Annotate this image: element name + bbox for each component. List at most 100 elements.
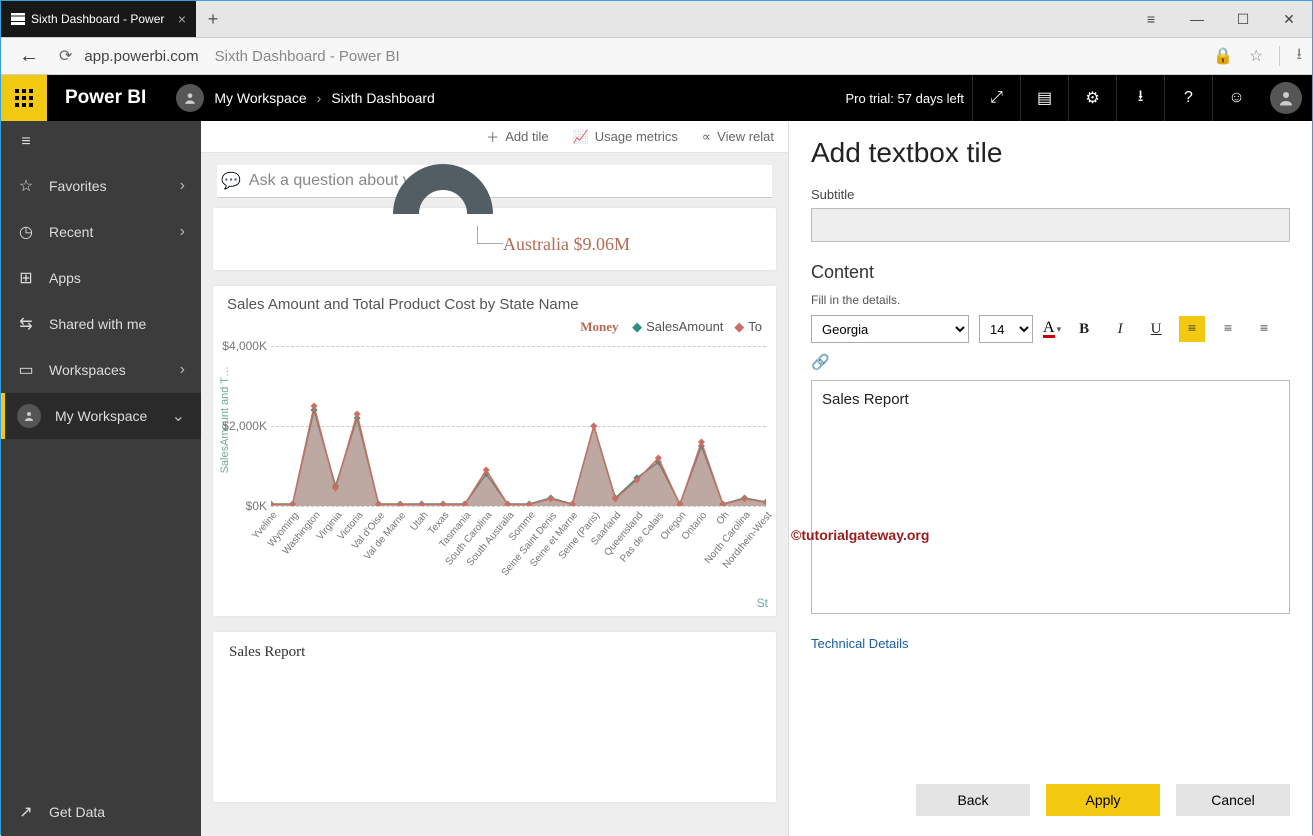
nav-label: Apps — [49, 270, 81, 286]
align-right-button[interactable]: ≡ — [1251, 316, 1277, 342]
fullscreen-icon[interactable]: ⤢ — [972, 75, 1020, 121]
nav-collapse-button[interactable]: ≡ — [1, 121, 201, 163]
y-tick: $2,000K — [215, 419, 267, 433]
subtitle-input[interactable] — [811, 208, 1290, 242]
apply-button[interactable]: Apply — [1046, 784, 1160, 816]
hyperlink-icon[interactable]: 🔗 — [811, 354, 830, 371]
nav-favorites[interactable]: ☆Favorites› — [1, 163, 201, 209]
app-top-bar: Power BI My Workspace › Sixth Dashboard … — [1, 75, 1312, 121]
nav-recent[interactable]: ◷Recent› — [1, 209, 201, 255]
tab-title: Sixth Dashboard - Power — [31, 12, 164, 26]
cancel-button[interactable]: Cancel — [1176, 784, 1290, 816]
share-icon: ⇆ — [17, 314, 35, 334]
x-axis-title: St — [757, 596, 768, 610]
usage-metrics-button[interactable]: 📈Usage metrics — [573, 129, 678, 145]
font-color-button[interactable]: A▾ — [1043, 321, 1061, 338]
browser-tab[interactable]: Sixth Dashboard - Power × — [1, 1, 196, 37]
x-axis-categories: YvelineWyomingWashingtonVirginiaVictoria… — [271, 510, 766, 600]
tile-donut-snippet[interactable]: Australia $9.06M — [213, 208, 776, 270]
subtitle-label: Subtitle — [811, 187, 1290, 202]
metrics-icon: 📈 — [573, 129, 589, 145]
url-host: app.powerbi.com — [84, 48, 198, 65]
comments-icon[interactable]: ▤ — [1020, 75, 1068, 121]
app-launcher-button[interactable] — [1, 75, 47, 121]
breadcrumb-workspace[interactable]: My Workspace — [214, 90, 306, 106]
donut-slice — [393, 164, 493, 214]
left-nav: ≡ ☆Favorites› ◷Recent› ⊞Apps ⇆Shared wit… — [1, 121, 201, 836]
speech-bubble-icon: 💬 — [221, 171, 241, 191]
nav-label: Favorites — [49, 178, 107, 194]
dashboard-canvas: ＋ Add tile 📈Usage metrics ∝View relat 💬 A… — [201, 121, 788, 836]
chevron-right-icon: › — [180, 361, 185, 379]
user-avatar[interactable] — [1270, 82, 1302, 114]
y-tick: $4,000K — [215, 339, 267, 353]
chevron-right-icon: › — [180, 177, 185, 195]
font-family-select[interactable]: Georgia — [811, 315, 969, 343]
nav-shared[interactable]: ⇆ Shared with me — [1, 301, 201, 347]
watermark: ©tutorialgateway.org — [791, 527, 929, 543]
feedback-smile-icon[interactable]: ☺ — [1212, 75, 1260, 121]
rte-toolbar: Georgia 14 A▾ B I U ≡ ≡ ≡ — [811, 315, 1290, 343]
trial-status: Pro trial: 57 days left — [846, 91, 965, 106]
tile-area-chart[interactable]: Sales Amount and Total Product Cost by S… — [213, 286, 776, 616]
nav-my-workspace[interactable]: My Workspace ⌄ — [1, 393, 201, 439]
legend-series-2: To — [734, 319, 762, 334]
textbox-content: Sales Report — [229, 644, 760, 661]
download-app-icon[interactable]: ⭳ — [1116, 75, 1164, 121]
leader-line — [477, 226, 503, 244]
url-page-title: Sixth Dashboard - Power BI — [215, 48, 400, 65]
chart-title: Sales Amount and Total Product Cost by S… — [227, 296, 762, 313]
download-icon[interactable]: ⭳ — [1296, 43, 1302, 70]
back-button[interactable]: Back — [916, 784, 1030, 816]
align-center-button[interactable]: ≡ — [1215, 316, 1241, 342]
nav-label: Get Data — [49, 804, 105, 820]
minimize-icon[interactable]: — — [1174, 1, 1220, 37]
nav-label: Workspaces — [49, 362, 126, 378]
divider — [1279, 46, 1280, 66]
toolbar-label: Add tile — [505, 129, 548, 144]
nav-workspaces[interactable]: ▭Workspaces› — [1, 347, 201, 393]
plus-icon: ＋ — [486, 127, 499, 146]
donut-label: Australia $9.06M — [503, 234, 630, 255]
align-left-button[interactable]: ≡ — [1179, 316, 1205, 342]
nav-label: Recent — [49, 224, 93, 240]
font-size-select[interactable]: 14 — [979, 315, 1033, 343]
technical-details-link[interactable]: Technical Details — [811, 636, 1290, 651]
nav-label: Shared with me — [49, 316, 146, 332]
breadcrumb-dashboard[interactable]: Sixth Dashboard — [331, 90, 435, 106]
refresh-icon[interactable]: ⟳ — [59, 46, 72, 66]
chevron-down-icon: ⌄ — [172, 406, 185, 426]
back-icon[interactable]: ← — [19, 45, 39, 68]
chevron-right-icon: › — [317, 90, 322, 106]
content-editor[interactable]: Sales Report — [811, 380, 1290, 614]
dashboard-toolbar: ＋ Add tile 📈Usage metrics ∝View relat — [201, 121, 788, 153]
nav-apps[interactable]: ⊞Apps — [1, 255, 201, 301]
content-section-label: Content — [811, 262, 1290, 283]
maximize-icon[interactable]: ☐ — [1220, 1, 1266, 37]
browser-menu-icon[interactable]: ≡ — [1128, 1, 1174, 37]
panel-footer: Back Apply Cancel — [811, 768, 1290, 836]
legend-money: Money — [580, 319, 618, 334]
browser-tab-strip: Sixth Dashboard - Power × + ≡ — ☐ ✕ — [1, 1, 1312, 38]
lock-icon: 🔒 — [1213, 46, 1233, 66]
workspace-avatar-icon — [176, 84, 204, 112]
bold-button[interactable]: B — [1071, 316, 1097, 342]
settings-gear-icon[interactable]: ⚙ — [1068, 75, 1116, 121]
italic-button[interactable]: I — [1107, 316, 1133, 342]
url-input[interactable]: app.powerbi.com Sixth Dashboard - Power … — [84, 48, 1201, 65]
hamburger-icon: ≡ — [17, 133, 35, 151]
content-hint: Fill in the details. — [811, 293, 1290, 307]
related-icon: ∝ — [702, 129, 711, 145]
view-related-button[interactable]: ∝View relat — [702, 129, 774, 145]
new-tab-button[interactable]: + — [196, 1, 230, 37]
add-tile-button[interactable]: ＋ Add tile — [486, 127, 548, 146]
window-close-icon[interactable]: ✕ — [1266, 1, 1312, 37]
underline-button[interactable]: U — [1143, 316, 1169, 342]
close-icon[interactable]: × — [178, 11, 186, 27]
tile-textbox[interactable]: Sales Report — [213, 632, 776, 802]
help-icon[interactable]: ? — [1164, 75, 1212, 121]
nav-get-data[interactable]: ↗Get Data — [1, 788, 201, 836]
qa-input[interactable]: 💬 Ask a question about your data — [217, 165, 772, 198]
legend-series-1: SalesAmount — [632, 319, 723, 334]
favorite-icon[interactable]: ☆ — [1249, 46, 1263, 66]
